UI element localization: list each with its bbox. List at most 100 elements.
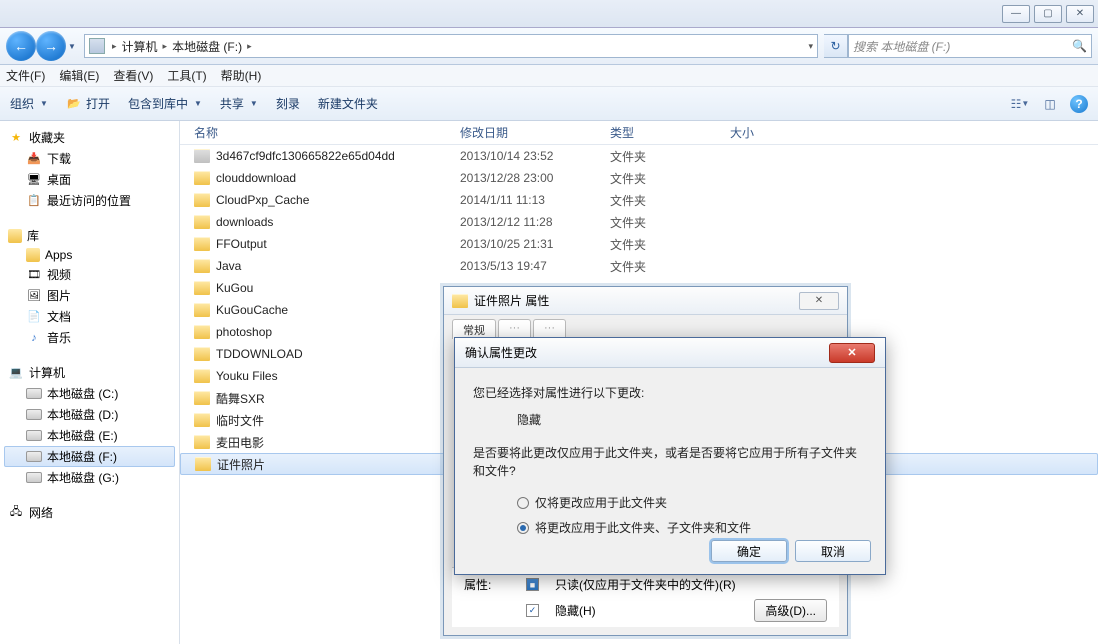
sidebar-drive-c[interactable]: 本地磁盘 (C:) xyxy=(4,383,175,404)
video-icon: 🎞 xyxy=(26,267,42,283)
drive-icon xyxy=(26,451,42,462)
menu-view[interactable]: 查看(V) xyxy=(113,67,153,84)
sidebar-downloads[interactable]: 📥下载 xyxy=(4,148,175,169)
file-row[interactable]: FFOutput2013/10/25 21:31文件夹 xyxy=(180,233,1098,255)
maximize-button[interactable]: ▢ xyxy=(1034,5,1062,23)
search-icon[interactable]: 🔍 xyxy=(1072,39,1087,53)
new-folder-button[interactable]: 新建文件夹 xyxy=(318,95,378,112)
readonly-checkbox[interactable]: ■ xyxy=(526,578,539,591)
menu-edit[interactable]: 编辑(E) xyxy=(59,67,99,84)
file-type: 文件夹 xyxy=(610,170,730,187)
search-placeholder: 搜索 本地磁盘 (F:) xyxy=(853,38,950,55)
star-icon: ★ xyxy=(8,130,24,146)
search-input[interactable]: 搜索 本地磁盘 (F:) 🔍 xyxy=(848,34,1092,58)
column-name[interactable]: 名称 xyxy=(180,124,460,141)
hidden-checkbox[interactable]: ✓ xyxy=(526,604,539,617)
file-name: TDDOWNLOAD xyxy=(216,347,460,361)
folder-icon xyxy=(194,259,210,273)
properties-close-button[interactable]: ✕ xyxy=(799,292,839,310)
chevron-right-icon[interactable]: ▸ xyxy=(107,41,122,52)
sidebar-libraries[interactable]: 库 xyxy=(4,225,175,246)
breadcrumb-computer[interactable]: 计算机 xyxy=(122,38,158,55)
file-row[interactable]: downloads2013/12/12 11:28文件夹 xyxy=(180,211,1098,233)
download-icon: 📥 xyxy=(26,151,42,167)
desktop-icon: 🖥 xyxy=(26,172,42,188)
file-date: 2014/1/11 11:13 xyxy=(460,193,610,207)
sidebar-network[interactable]: 🖧网络 xyxy=(4,502,175,523)
include-library-button[interactable]: 包含到库中▼ xyxy=(128,95,202,112)
file-row[interactable]: 3d467cf9dfc130665822e65d04dd2013/10/14 2… xyxy=(180,145,1098,167)
preview-pane-button[interactable]: ◫ xyxy=(1040,95,1060,113)
sidebar-music[interactable]: ♪音乐 xyxy=(4,327,175,348)
computer-icon xyxy=(89,38,105,54)
file-row[interactable]: Java2013/5/13 19:47文件夹 xyxy=(180,255,1098,277)
tab-other[interactable]: ··· xyxy=(533,319,566,339)
help-icon[interactable]: ? xyxy=(1070,95,1088,113)
cancel-button[interactable]: 取消 xyxy=(795,540,871,562)
folder-icon xyxy=(194,303,210,317)
navigation-pane: ★收藏夹 📥下载 🖥桌面 📋最近访问的位置 库 Apps 🎞视频 🖼图片 📄文档… xyxy=(0,121,180,644)
sidebar-apps[interactable]: Apps xyxy=(4,246,175,264)
menu-help[interactable]: 帮助(H) xyxy=(221,67,262,84)
ok-button[interactable]: 确定 xyxy=(711,540,787,562)
view-options-button[interactable]: ☷ ▼ xyxy=(1010,95,1030,113)
sidebar-drive-e[interactable]: 本地磁盘 (E:) xyxy=(4,425,175,446)
drive-icon xyxy=(26,430,42,441)
properties-titlebar[interactable]: 证件照片 属性 ✕ xyxy=(444,287,847,315)
folder-icon xyxy=(194,435,210,449)
menu-tools[interactable]: 工具(T) xyxy=(167,67,206,84)
forward-button[interactable]: → xyxy=(36,31,66,61)
sidebar-computer[interactable]: 💻计算机 xyxy=(4,362,175,383)
share-button[interactable]: 共享▼ xyxy=(220,95,258,112)
file-name: KuGou xyxy=(216,281,460,295)
address-bar[interactable]: ▸ 计算机 ▸ 本地磁盘 (F:) ▸ ▾ xyxy=(84,34,818,58)
close-button[interactable]: ✕ xyxy=(1066,5,1094,23)
file-date: 2013/12/28 23:00 xyxy=(460,171,610,185)
chevron-right-icon[interactable]: ▸ xyxy=(158,41,173,52)
file-name: Java xyxy=(216,259,460,273)
file-name: clouddownload xyxy=(216,171,460,185)
radio-this-folder-only[interactable]: 仅将更改应用于此文件夹 xyxy=(517,494,867,511)
organize-button[interactable]: 组织▼ xyxy=(10,95,48,112)
sidebar-drive-g[interactable]: 本地磁盘 (G:) xyxy=(4,467,175,488)
attributes-label: 属性: xyxy=(464,576,514,593)
back-button[interactable]: ← xyxy=(6,31,36,61)
address-dropdown-icon[interactable]: ▾ xyxy=(808,41,813,52)
column-date[interactable]: 修改日期 xyxy=(460,124,610,141)
tab-general[interactable]: 常规 xyxy=(452,319,496,339)
folder-icon xyxy=(194,369,210,383)
tab-other[interactable]: ··· xyxy=(498,319,531,339)
recent-icon: 📋 xyxy=(26,193,42,209)
breadcrumb-drive[interactable]: 本地磁盘 (F:) xyxy=(172,38,242,55)
confirm-close-button[interactable]: ✕ xyxy=(829,343,875,363)
sidebar-videos[interactable]: 🎞视频 xyxy=(4,264,175,285)
sidebar-pictures[interactable]: 🖼图片 xyxy=(4,285,175,306)
file-type: 文件夹 xyxy=(610,192,730,209)
file-row[interactable]: CloudPxp_Cache2014/1/11 11:13文件夹 xyxy=(180,189,1098,211)
file-row[interactable]: clouddownload2013/12/28 23:00文件夹 xyxy=(180,167,1098,189)
sidebar-favorites[interactable]: ★收藏夹 xyxy=(4,127,175,148)
sidebar-recent[interactable]: 📋最近访问的位置 xyxy=(4,190,175,211)
chevron-right-icon[interactable]: ▸ xyxy=(242,41,257,52)
refresh-button[interactable]: ↻ xyxy=(824,34,848,58)
sidebar-documents[interactable]: 📄文档 xyxy=(4,306,175,327)
menu-file[interactable]: 文件(F) xyxy=(6,67,45,84)
confirm-titlebar[interactable]: 确认属性更改 ✕ xyxy=(455,338,885,368)
minimize-button[interactable]: — xyxy=(1002,5,1030,23)
burn-button[interactable]: 刻录 xyxy=(276,95,300,112)
open-button[interactable]: 📂打开 xyxy=(66,95,110,112)
file-name: 证件照片 xyxy=(217,456,461,473)
folder-icon xyxy=(194,149,210,163)
advanced-button[interactable]: 高级(D)... xyxy=(754,599,827,622)
sidebar-desktop[interactable]: 🖥桌面 xyxy=(4,169,175,190)
readonly-label: 只读(仅应用于文件夹中的文件)(R) xyxy=(555,576,736,593)
file-name: 临时文件 xyxy=(216,412,460,429)
sidebar-drive-f[interactable]: 本地磁盘 (F:) xyxy=(4,446,175,467)
confirm-change-value: 隐藏 xyxy=(473,411,867,428)
sidebar-drive-d[interactable]: 本地磁盘 (D:) xyxy=(4,404,175,425)
column-type[interactable]: 类型 xyxy=(610,124,730,141)
file-type: 文件夹 xyxy=(610,236,730,253)
history-dropdown-icon[interactable]: ▼ xyxy=(66,31,78,61)
radio-apply-all[interactable]: 将更改应用于此文件夹、子文件夹和文件 xyxy=(517,519,867,536)
column-size[interactable]: 大小 xyxy=(730,124,810,141)
